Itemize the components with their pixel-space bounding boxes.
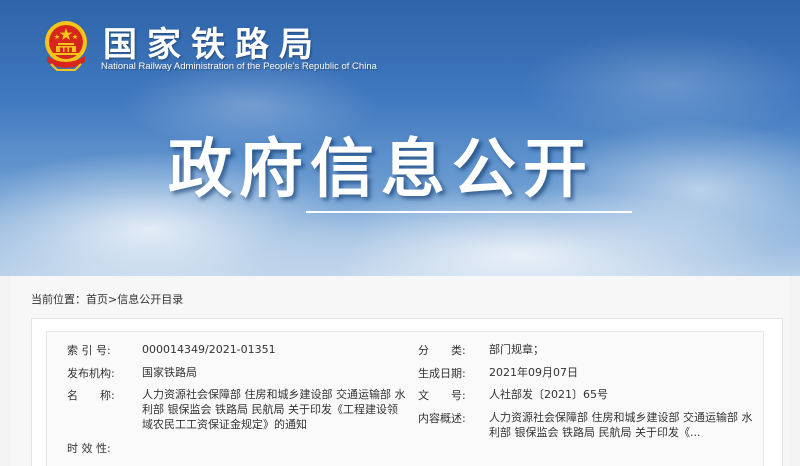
header-banner: 国家铁路局 National Railway Administration of… (0, 0, 800, 276)
site-name-english: National Railway Administration of the P… (101, 61, 377, 72)
site-name[interactable]: 国家铁路局 (103, 17, 323, 66)
name-value: 人力资源社会保障部 住房和城乡建设部 交通运输部 水利部 银保监会 铁路局 民航… (142, 388, 406, 431)
doc-number-label: 文 号: (418, 389, 466, 402)
validity-label: 时 效 性: (67, 442, 111, 455)
index-label: 索 引 号: (67, 344, 111, 357)
main-content: 当前位置：首页>信息公开目录 索 引 号: 000014349/2021-013… (11, 276, 789, 466)
breadcrumb-current-link[interactable]: 信息公开目录 (117, 293, 183, 306)
index-value: 000014349/2021-01351 (142, 343, 276, 356)
breadcrumb-prefix: 当前位置： (31, 293, 86, 306)
date-label: 生成日期: (418, 367, 466, 380)
summary-label: 内容概述: (418, 412, 466, 425)
metadata-panel: 索 引 号: 000014349/2021-01351 分 类: 部门规章； 发… (46, 331, 764, 466)
title-divider (306, 211, 632, 213)
breadcrumb-separator: > (108, 293, 118, 306)
category-label: 分 类: (418, 344, 466, 357)
category-value: 部门规章； (489, 343, 544, 356)
breadcrumb-home-link[interactable]: 首页 (86, 293, 108, 306)
name-label: 名 称: (67, 389, 115, 402)
publisher-label: 发布机构: (67, 367, 115, 380)
national-emblem-icon[interactable] (41, 18, 91, 72)
doc-number-value: 人社部发〔2021〕65号 (489, 388, 608, 401)
page-title: 政府信息公开 (168, 133, 594, 207)
breadcrumb: 当前位置：首页>信息公开目录 (31, 291, 183, 307)
document-card: 索 引 号: 000014349/2021-01351 分 类: 部门规章； 发… (31, 318, 783, 466)
date-value: 2021年09月07日 (489, 366, 578, 379)
publisher-value: 国家铁路局 (142, 366, 197, 379)
summary-value: 人力资源社会保障部 住房和城乡建设部 交通运输部 水利部 银保监会 铁路局 民航… (489, 411, 753, 439)
